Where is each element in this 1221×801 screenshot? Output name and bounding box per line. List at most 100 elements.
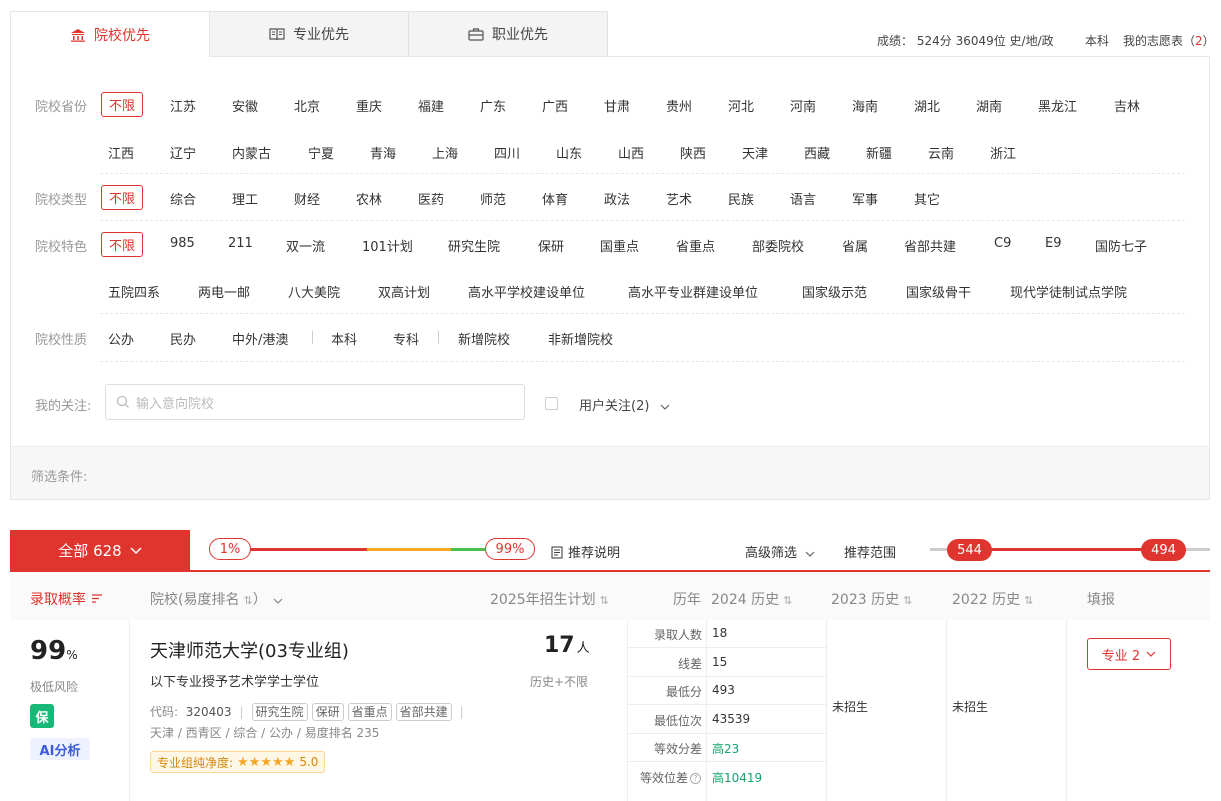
- feature-option[interactable]: 985: [170, 236, 195, 251]
- search-input[interactable]: 输入意向院校: [105, 384, 525, 420]
- type-option[interactable]: 军事: [852, 189, 878, 208]
- province-option[interactable]: 甘肃: [604, 96, 630, 115]
- feature-option[interactable]: 现代学徒制试点学院: [1010, 282, 1127, 301]
- nature-option[interactable]: 专科: [393, 329, 419, 348]
- feature-option[interactable]: 国防七子: [1095, 236, 1147, 255]
- province-option[interactable]: 江苏: [170, 96, 196, 115]
- feature-option[interactable]: 省部共建: [904, 236, 956, 255]
- nature-option[interactable]: 新增院校: [458, 329, 510, 348]
- feature-option[interactable]: 部委院校: [752, 236, 804, 255]
- type-option[interactable]: 其它: [914, 189, 940, 208]
- major-select-button[interactable]: 专业 2: [1087, 638, 1171, 670]
- feature-option[interactable]: E9: [1045, 236, 1062, 251]
- feature-nolimit[interactable]: 不限: [101, 232, 143, 257]
- y2024-header[interactable]: 2024 历史 ⇅: [711, 589, 792, 609]
- province-option[interactable]: 江西: [108, 143, 134, 162]
- province-option[interactable]: 西藏: [804, 143, 830, 162]
- feature-option[interactable]: 五院四系: [108, 282, 160, 301]
- feature-option[interactable]: 保研: [538, 236, 564, 255]
- type-nolimit[interactable]: 不限: [101, 185, 143, 210]
- province-option[interactable]: 贵州: [666, 96, 692, 115]
- province-option[interactable]: 宁夏: [308, 143, 334, 162]
- type-option[interactable]: 体育: [542, 189, 568, 208]
- province-option[interactable]: 湖北: [914, 96, 940, 115]
- province-option[interactable]: 山东: [556, 143, 582, 162]
- nature-option[interactable]: 非新增院校: [548, 329, 613, 348]
- feature-option[interactable]: 双一流: [286, 236, 325, 255]
- min-prob-handle[interactable]: 1%: [209, 538, 251, 560]
- type-option[interactable]: 财经: [294, 189, 320, 208]
- province-option[interactable]: 新疆: [866, 143, 892, 162]
- province-option[interactable]: 吉林: [1114, 96, 1140, 115]
- user-follow-dropdown[interactable]: 用户关注(2): [579, 395, 670, 414]
- province-option[interactable]: 浙江: [990, 143, 1016, 162]
- type-option[interactable]: 医药: [418, 189, 444, 208]
- advanced-filter-dropdown[interactable]: 高级筛选: [745, 542, 815, 561]
- max-prob-handle[interactable]: 99%: [485, 538, 535, 560]
- help-icon[interactable]: ?: [690, 773, 701, 784]
- prob-header[interactable]: 录取概率: [30, 589, 103, 609]
- province-option[interactable]: 青海: [370, 143, 396, 162]
- type-option[interactable]: 语言: [790, 189, 816, 208]
- province-option[interactable]: 海南: [852, 96, 878, 115]
- type-option[interactable]: 民族: [728, 189, 754, 208]
- feature-option[interactable]: 高水平学校建设单位: [468, 282, 585, 301]
- province-option[interactable]: 辽宁: [170, 143, 196, 162]
- school-name[interactable]: 天津师范大学(03专业组): [150, 637, 349, 663]
- province-option[interactable]: 河北: [728, 96, 754, 115]
- y2023-header[interactable]: 2023 历史 ⇅: [831, 589, 912, 609]
- province-option[interactable]: 四川: [494, 143, 520, 162]
- province-option[interactable]: 广东: [480, 96, 506, 115]
- feature-option[interactable]: 101计划: [362, 236, 413, 255]
- ai-analysis-button[interactable]: AI分析: [30, 738, 90, 760]
- feature-option[interactable]: 国重点: [600, 236, 639, 255]
- province-option[interactable]: 黑龙江: [1038, 96, 1077, 115]
- type-option[interactable]: 理工: [232, 189, 258, 208]
- province-option[interactable]: 内蒙古: [232, 143, 271, 162]
- range-low-handle[interactable]: 494: [1141, 539, 1186, 561]
- tab-major-first[interactable]: 专业优先: [209, 11, 409, 57]
- province-option[interactable]: 重庆: [356, 96, 382, 115]
- feature-option[interactable]: 省重点: [676, 236, 715, 255]
- province-option[interactable]: 上海: [432, 143, 458, 162]
- feature-option[interactable]: 八大美院: [288, 282, 340, 301]
- province-option[interactable]: 山西: [618, 143, 644, 162]
- nature-option[interactable]: 中外/港澳: [232, 329, 288, 348]
- feature-option[interactable]: 国家级示范: [802, 282, 867, 301]
- plan-header[interactable]: 2025年招生计划 ⇅: [490, 589, 609, 609]
- nature-option[interactable]: 本科: [331, 329, 357, 348]
- nature-option[interactable]: 民办: [170, 329, 196, 348]
- feature-option[interactable]: 省属: [842, 236, 868, 255]
- feature-option[interactable]: 国家级骨干: [906, 282, 971, 301]
- range-high-handle[interactable]: 544: [947, 539, 992, 561]
- province-option[interactable]: 北京: [294, 96, 320, 115]
- feature-option[interactable]: 高水平专业群建设单位: [628, 282, 758, 301]
- y2022-header[interactable]: 2022 历史 ⇅: [952, 589, 1033, 609]
- province-option[interactable]: 广西: [542, 96, 568, 115]
- feature-option[interactable]: 两电一邮: [198, 282, 250, 301]
- type-option[interactable]: 师范: [480, 189, 506, 208]
- nature-option[interactable]: 公办: [108, 329, 134, 348]
- tab-career-first[interactable]: 职业优先: [408, 11, 608, 57]
- feature-option[interactable]: C9: [994, 236, 1011, 251]
- explain-link[interactable]: 推荐说明: [551, 542, 620, 561]
- type-option[interactable]: 政法: [604, 189, 630, 208]
- province-option[interactable]: 湖南: [976, 96, 1002, 115]
- all-results-button[interactable]: 全部 628: [10, 530, 190, 570]
- feature-option[interactable]: 双高计划: [378, 282, 430, 301]
- school-header[interactable]: 院校(易度排名 ⇅）: [150, 589, 283, 609]
- feature-option[interactable]: 211: [228, 236, 253, 251]
- type-option[interactable]: 综合: [170, 189, 196, 208]
- province-option[interactable]: 河南: [790, 96, 816, 115]
- feature-option[interactable]: 研究生院: [448, 236, 500, 255]
- tab-school-first[interactable]: 院校优先: [10, 11, 210, 57]
- wishlist-link[interactable]: 我的志愿表（2）: [1123, 32, 1215, 49]
- province-option[interactable]: 天津: [742, 143, 768, 162]
- province-option[interactable]: 福建: [418, 96, 444, 115]
- type-option[interactable]: 农林: [356, 189, 382, 208]
- user-follow-checkbox[interactable]: [545, 397, 558, 410]
- province-option[interactable]: 安徽: [232, 96, 258, 115]
- province-option[interactable]: 云南: [928, 143, 954, 162]
- type-option[interactable]: 艺术: [666, 189, 692, 208]
- province-nolimit[interactable]: 不限: [101, 92, 143, 117]
